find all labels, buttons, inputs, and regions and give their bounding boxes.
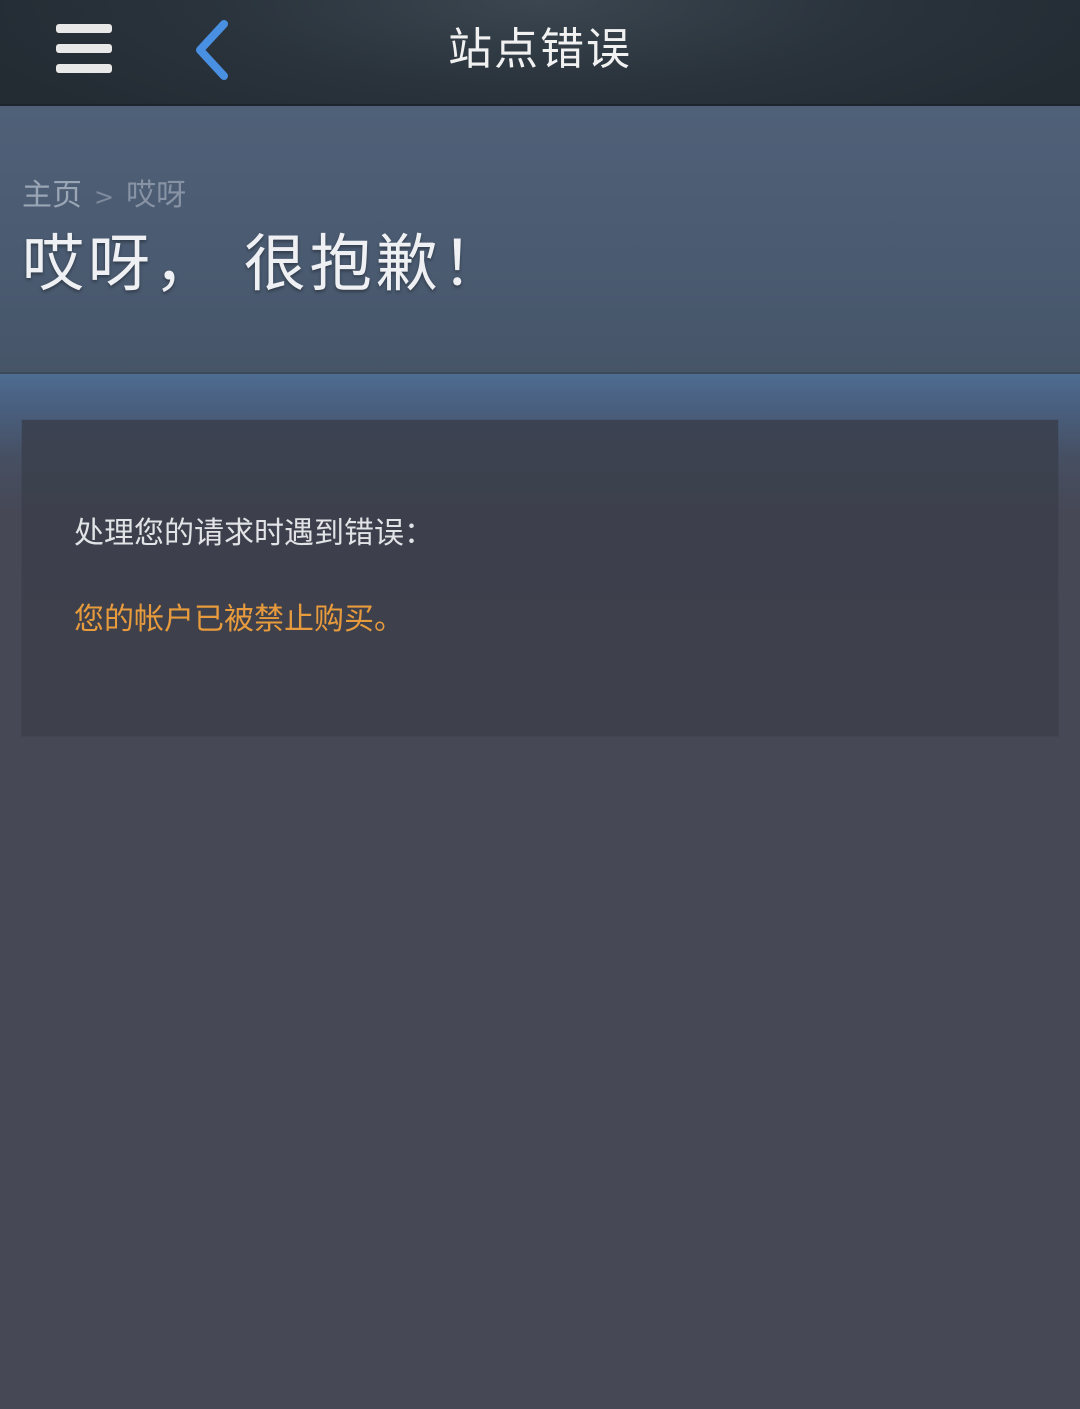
error-card: 处理您的请求时遇到错误： 您的帐户已被禁止购买。 [22,420,1058,736]
breadcrumb: 主页 > 哎呀 [22,176,186,216]
error-message-text: 您的帐户已被禁止购买。 [74,602,404,637]
hamburger-menu-icon [56,24,112,73]
error-intro-text: 处理您的请求时遇到错误： [74,516,434,551]
page-header: 主页 > 哎呀 哎呀， 很抱歉！ [0,106,1080,374]
breadcrumb-separator: > [94,183,115,211]
breadcrumb-current: 哎呀 [126,178,187,213]
chevron-left-icon [196,20,228,80]
breadcrumb-home-link[interactable]: 主页 [22,178,82,213]
page-title: 哎呀， 很抱歉！ [22,227,508,300]
page: 站点错误 主页 > 哎呀 哎呀， 很抱歉！ 处理您的请求时遇到错误： 您的帐户已被禁… [0,0,1080,1409]
back-button[interactable] [186,16,242,84]
nav-title: 站点错误 [448,24,632,75]
menu-button[interactable] [48,18,120,80]
top-navigation-bar: 站点错误 [0,0,1080,106]
